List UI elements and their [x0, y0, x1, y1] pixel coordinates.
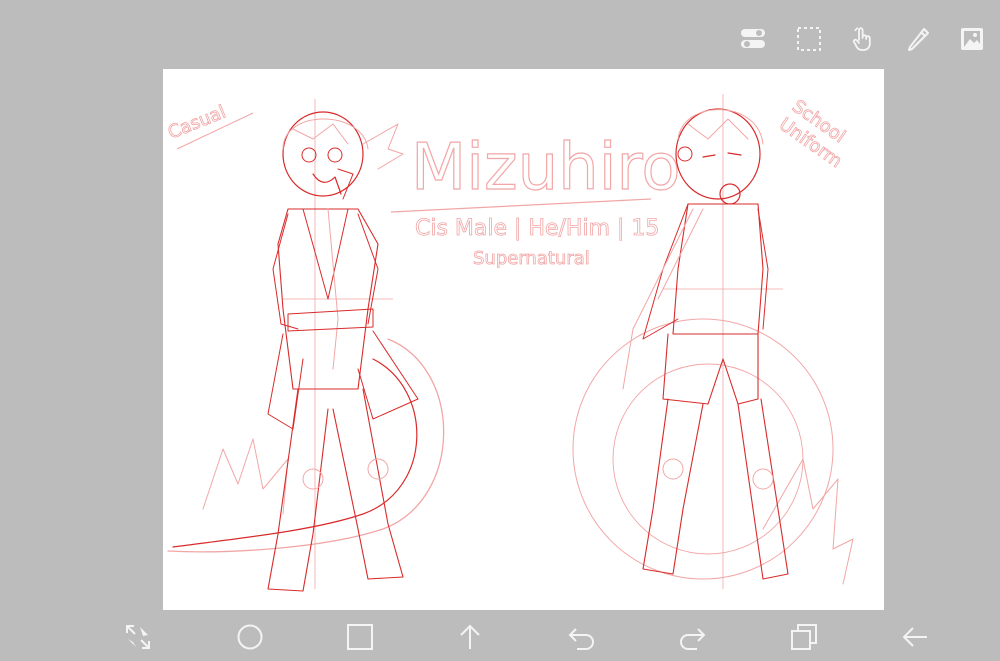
character-category: Supernatural — [473, 248, 590, 269]
character-info: Cis Male | He/Him | 15 — [415, 216, 659, 241]
image-import-icon[interactable] — [955, 22, 989, 56]
selection-icon[interactable] — [792, 22, 826, 56]
upload-icon[interactable] — [451, 618, 489, 656]
bottom-toolbar — [0, 612, 1000, 661]
left-outfit-label: Casual — [165, 102, 229, 144]
undo-icon[interactable] — [563, 618, 601, 656]
layers-icon[interactable] — [785, 618, 823, 656]
square-shape-icon[interactable] — [341, 618, 379, 656]
drawing-canvas[interactable]: Mizuhiro Cis Male | He/Him | 15 Supernat… — [163, 69, 884, 610]
circle-shape-icon[interactable] — [231, 618, 269, 656]
sketch-artwork: Mizuhiro Cis Male | He/Him | 15 Supernat… — [165, 94, 854, 592]
pen-tool-icon[interactable] — [901, 22, 935, 56]
character-name: Mizuhiro — [411, 131, 681, 205]
hand-tool-icon[interactable] — [846, 22, 880, 56]
layer-toggle-icon[interactable] — [736, 22, 770, 56]
top-toolbar — [0, 0, 1000, 70]
back-icon[interactable] — [896, 618, 934, 656]
left-figure-sketch — [167, 99, 445, 592]
transform-icon[interactable] — [119, 618, 157, 656]
redo-icon[interactable] — [673, 618, 711, 656]
